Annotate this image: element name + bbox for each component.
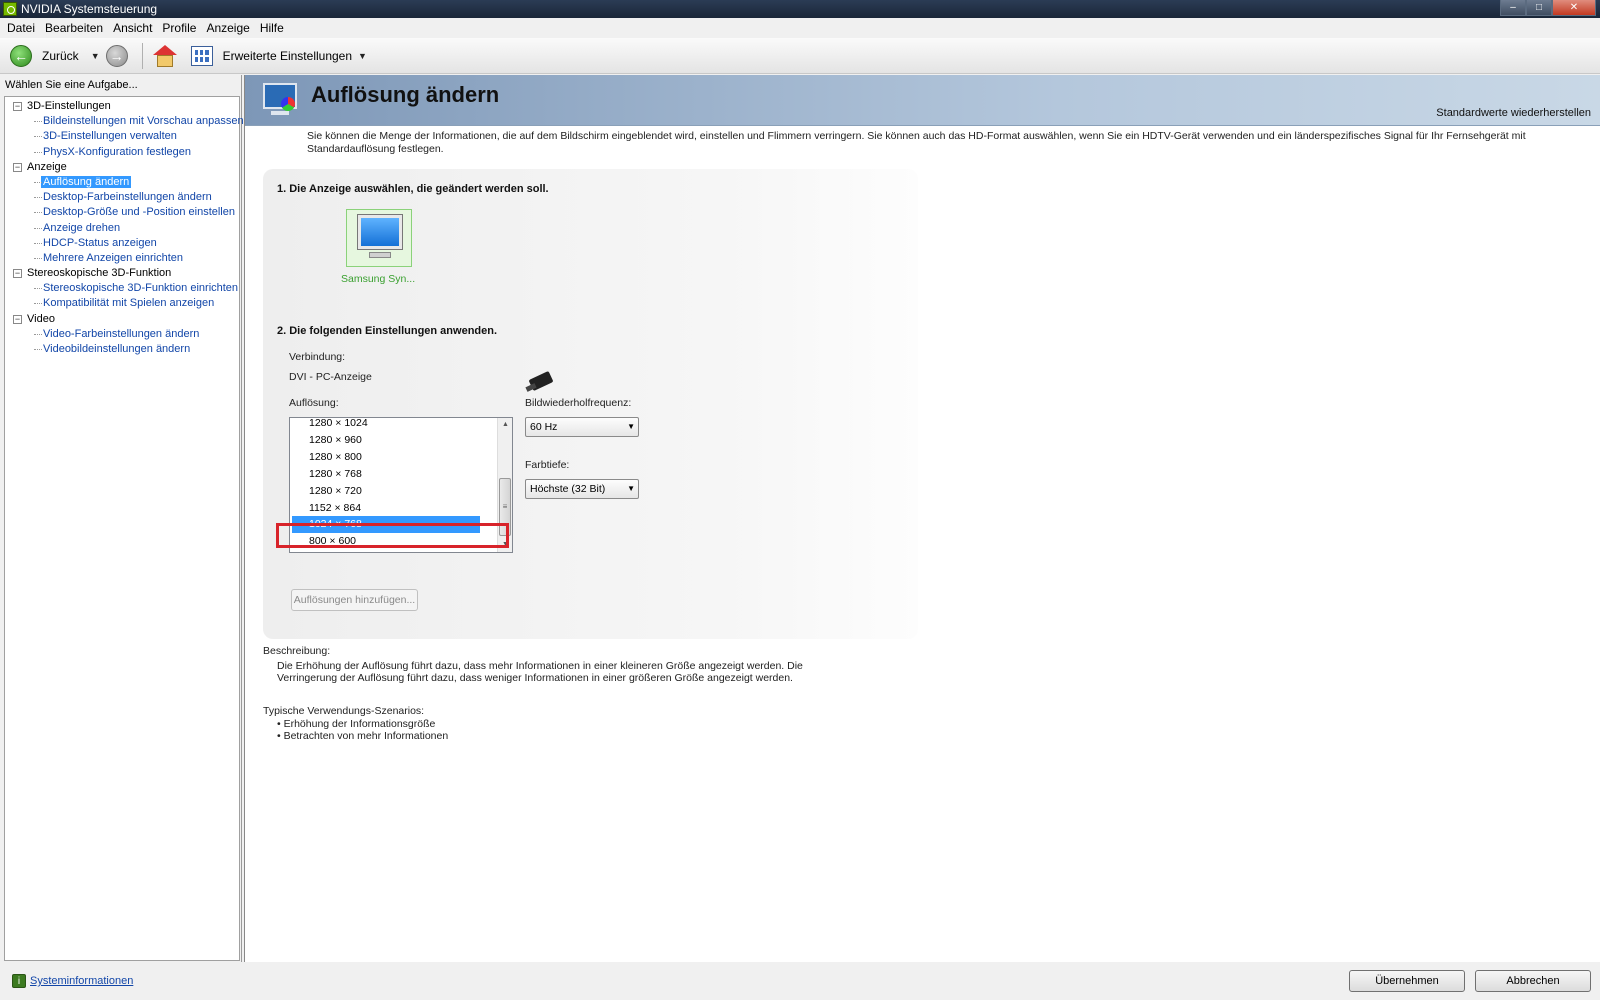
menu-hilfe[interactable]: Hilfe bbox=[255, 21, 289, 35]
color-depth-value: Höchste (32 Bit) bbox=[530, 483, 606, 495]
chevron-down-icon: ▼ bbox=[627, 422, 635, 431]
cancel-button[interactable]: Abbrechen bbox=[1475, 970, 1591, 992]
menu-profile[interactable]: Profile bbox=[157, 21, 201, 35]
back-label[interactable]: Zurück bbox=[42, 49, 79, 63]
description-line: Verringerung der Auflösung führt dazu, d… bbox=[277, 672, 793, 684]
menu-datei[interactable]: Datei bbox=[2, 21, 40, 35]
page-intro-text: Sie können die Menge der Informationen, … bbox=[307, 130, 1526, 155]
menu-ansicht[interactable]: Ansicht bbox=[108, 21, 157, 35]
advanced-settings-label[interactable]: Erweiterte Einstellungen bbox=[223, 49, 352, 63]
system-info-link[interactable]: Systeminformationen bbox=[30, 975, 133, 987]
display-name-label[interactable]: Samsung Syn... bbox=[341, 273, 415, 285]
collapse-icon[interactable]: − bbox=[13, 102, 22, 111]
refresh-rate-value: 60 Hz bbox=[530, 421, 558, 433]
tree-item-desktop-size-position[interactable]: Desktop-Größe und -Position einstellen bbox=[5, 205, 239, 220]
chevron-down-icon: ▼ bbox=[627, 484, 635, 493]
advanced-settings-dropdown-icon[interactable]: ▼ bbox=[358, 51, 367, 61]
view-grid-icon[interactable] bbox=[190, 45, 213, 66]
scenarios-heading: Typische Verwendungs-Szenarios: bbox=[263, 705, 425, 717]
selection-highlight-frame bbox=[276, 523, 509, 548]
tree-item-video-image-settings[interactable]: Videobildeinstellungen ändern bbox=[5, 342, 239, 357]
tree-category-display[interactable]: − Anzeige bbox=[5, 160, 239, 175]
apply-button[interactable]: Übernehmen bbox=[1349, 970, 1465, 992]
toolbar: ← Zurück ▼ → Erweiterte Einstellungen ▼ bbox=[0, 38, 1600, 74]
status-area: i Systeminformationen bbox=[0, 962, 242, 1000]
close-button[interactable]: ✕ bbox=[1552, 0, 1596, 16]
toolbar-separator bbox=[141, 42, 143, 69]
forward-arrow-icon[interactable]: → bbox=[105, 44, 128, 67]
scenario-item: • Erhöhung der Informationsgröße bbox=[277, 717, 436, 730]
connection-label: Verbindung: bbox=[289, 351, 346, 363]
menu-anzeige[interactable]: Anzeige bbox=[201, 21, 254, 35]
scenarios-section: Typische Verwendungs-Szenarios: • Erhöhu… bbox=[263, 705, 448, 743]
display-selector-tile[interactable] bbox=[346, 209, 412, 267]
page-header: Auflösung ändern Standardwerte wiederher… bbox=[245, 75, 1600, 125]
tree-item-setup-stereoscopic-3d[interactable]: Stereoskopische 3D-Funktion einrichten bbox=[5, 281, 239, 296]
tree-item-desktop-color-settings[interactable]: Desktop-Farbeinstellungen ändern bbox=[5, 190, 239, 205]
resolution-label: Auflösung: bbox=[289, 397, 339, 409]
collapse-icon[interactable]: − bbox=[13, 162, 22, 172]
color-depth-label: Farbtiefe: bbox=[525, 459, 570, 471]
nvidia-app-icon bbox=[3, 2, 17, 16]
description-section: Beschreibung: Die Erhöhung der Auflösung… bbox=[263, 645, 803, 685]
scroll-up-icon[interactable]: ▲ bbox=[498, 418, 512, 432]
color-depth-dropdown[interactable]: Höchste (32 Bit) ▼ bbox=[525, 479, 639, 499]
maximize-button[interactable]: □ bbox=[1526, 0, 1552, 16]
collapse-icon[interactable]: − bbox=[13, 314, 22, 324]
settings-panel: 1. Die Anzeige auswählen, die geändert w… bbox=[263, 169, 918, 639]
collapse-icon[interactable]: − bbox=[13, 269, 22, 279]
monitor-stand bbox=[369, 252, 391, 258]
tree-category-video[interactable]: − Video bbox=[5, 312, 239, 327]
scenario-item: • Betrachten von mehr Informationen bbox=[277, 730, 449, 742]
description-heading: Beschreibung: bbox=[263, 645, 331, 657]
page-title: Auflösung ändern bbox=[311, 82, 500, 107]
tree-category-stereoscopic-3d[interactable]: − Stereoskopische 3D-Funktion bbox=[5, 266, 239, 281]
description-line: Die Erhöhung der Auflösung führt dazu, d… bbox=[277, 659, 803, 672]
header-divider bbox=[245, 125, 1600, 126]
home-icon[interactable] bbox=[152, 44, 177, 67]
list-item[interactable]: 1280 × 720 bbox=[290, 483, 494, 500]
list-item[interactable]: 1280 × 800 bbox=[290, 449, 494, 466]
tree-item-rotate-display[interactable]: Anzeige drehen bbox=[5, 221, 239, 236]
tree-item-manage-3d-settings[interactable]: 3D-Einstellungen verwalten bbox=[5, 129, 239, 144]
step1-heading: 1. Die Anzeige auswählen, die geändert w… bbox=[277, 183, 549, 195]
tree-item-change-resolution[interactable]: Auflösung ändern bbox=[5, 175, 239, 190]
dvi-connector-icon bbox=[525, 370, 558, 393]
task-panel-header: Wählen Sie eine Aufgabe... bbox=[5, 79, 138, 91]
refresh-rate-dropdown[interactable]: 60 Hz ▼ bbox=[525, 417, 639, 437]
restore-defaults-link[interactable]: Standardwerte wiederherstellen bbox=[1436, 107, 1591, 119]
tree-item-video-color-settings[interactable]: Video-Farbeinstellungen ändern bbox=[5, 327, 239, 342]
list-item[interactable]: 1152 × 864 bbox=[290, 500, 494, 517]
tree-item-hdcp-status[interactable]: HDCP-Status anzeigen bbox=[5, 236, 239, 251]
system-info-icon[interactable]: i bbox=[12, 974, 26, 988]
tree-item-multiple-displays[interactable]: Mehrere Anzeigen einrichten bbox=[5, 251, 239, 266]
add-resolutions-button[interactable]: Auflösungen hinzufügen... bbox=[291, 589, 418, 611]
menu-bearbeiten[interactable]: Bearbeiten bbox=[40, 21, 108, 35]
minimize-button[interactable]: – bbox=[1500, 0, 1526, 16]
list-item[interactable]: 1280 × 768 bbox=[290, 466, 494, 483]
title-bar: NVIDIA Systemsteuerung – □ ✕ bbox=[0, 0, 1600, 18]
back-arrow-icon[interactable]: ← bbox=[10, 44, 32, 67]
list-item[interactable]: 1280 × 960 bbox=[290, 432, 494, 449]
monitor-icon bbox=[357, 214, 403, 250]
step2-heading: 2. Die folgenden Einstellungen anwenden. bbox=[277, 325, 498, 337]
list-item[interactable]: 1280 × 1024 bbox=[290, 418, 494, 432]
display-resolution-icon bbox=[259, 83, 301, 119]
task-panel: Wählen Sie eine Aufgabe... −3D-Einstellu… bbox=[0, 75, 244, 962]
window-controls: – □ ✕ bbox=[1500, 0, 1596, 16]
back-history-dropdown-icon[interactable]: ▼ bbox=[91, 51, 100, 61]
tree-item-physx-configuration[interactable]: PhysX-Konfiguration festlegen bbox=[5, 145, 239, 160]
task-tree: −3D-Einstellungen Bildeinstellungen mit … bbox=[4, 96, 244, 961]
window-title: NVIDIA Systemsteuerung bbox=[21, 2, 158, 16]
content-area: Auflösung ändern Standardwerte wiederher… bbox=[244, 75, 1600, 962]
menu-bar: Datei Bearbeiten Ansicht Profile Anzeige… bbox=[0, 18, 1600, 38]
connection-value: DVI - PC-Anzeige bbox=[289, 371, 372, 383]
tree-item-image-settings-preview[interactable]: Bildeinstellungen mit Vorschau anpassen bbox=[5, 114, 244, 129]
tree-category-3d-settings[interactable]: −3D-Einstellungen bbox=[5, 99, 239, 114]
refresh-rate-label: Bildwiederholfrequenz: bbox=[525, 397, 632, 409]
tree-item-game-compatibility[interactable]: Kompatibilität mit Spielen anzeigen bbox=[5, 296, 239, 311]
